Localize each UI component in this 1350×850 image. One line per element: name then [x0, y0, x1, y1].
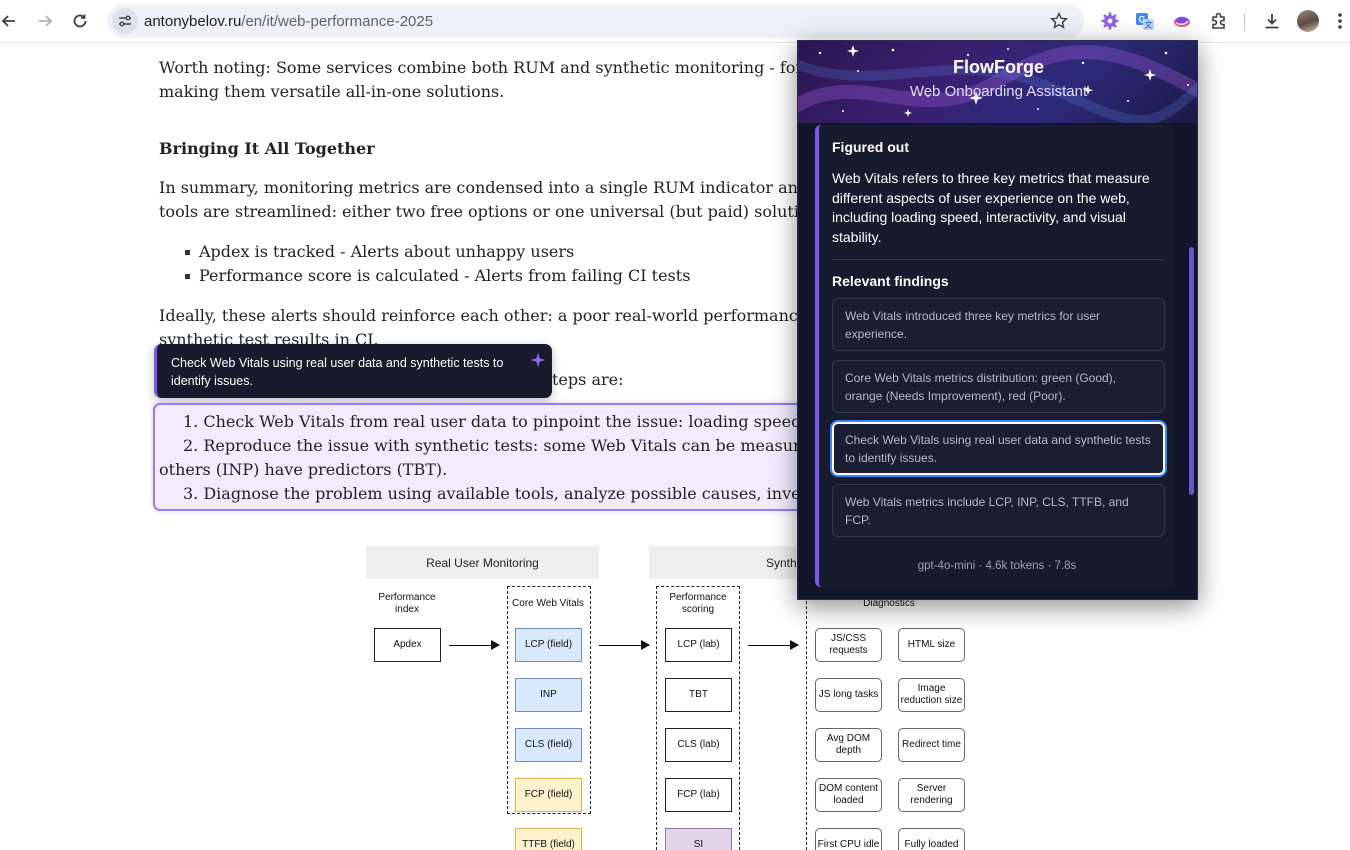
extension-gear-icon[interactable] — [1098, 9, 1122, 33]
finding-item[interactable]: Core Web Vitals metrics distribution: gr… — [832, 360, 1165, 413]
diagnostic-box: First CPU idle — [815, 828, 882, 850]
finding-item-active[interactable]: Check Web Vitals using real user data an… — [832, 422, 1165, 475]
paragraph-line: In summary, monitoring metrics are conde… — [159, 178, 823, 197]
list-item: Performance score is calculated - Alerts… — [185, 264, 690, 288]
address-bar[interactable]: antonybelov.ru/en/it/web-performance-202… — [107, 4, 1084, 38]
forward-button[interactable] — [32, 8, 58, 34]
lcp-field-box: LCP (field) — [515, 628, 582, 662]
arrow — [449, 640, 500, 650]
browser-toolbar: antonybelov.ru/en/it/web-performance-202… — [0, 0, 1350, 43]
url-domain: antonybelov.ru — [144, 13, 242, 30]
ttfb-field-box: TTFB (field) — [515, 828, 582, 850]
diagnostics-group — [806, 586, 807, 850]
highlighted-steps[interactable]: 1. Check Web Vitals from real user data … — [153, 403, 813, 511]
si-box: SI — [665, 828, 732, 850]
diagnostic-box: DOM content loaded — [815, 778, 882, 812]
diagnostic-box: Image reduction size — [898, 678, 965, 712]
arrow — [599, 640, 650, 650]
reload-button[interactable] — [67, 8, 93, 34]
assistant-subtitle: Web Onboarding Assistant — [909, 83, 1088, 100]
summary-text: Web Vitals refers to three key metrics t… — [832, 170, 1150, 245]
step-item: 2. Reproduce the issue with synthetic te… — [183, 436, 813, 455]
arrow — [748, 640, 799, 650]
step-item-continuation: others (INP) have predictors (TBT). — [159, 460, 448, 479]
diagnostic-box: Redirect time — [898, 728, 965, 762]
url-path: /en/it/web-performance-2025 — [241, 13, 434, 30]
paragraph-line: making them versatile all-in-one solutio… — [159, 82, 505, 101]
step-item: 3. Diagnose the problem using available … — [183, 484, 813, 503]
paragraph-line: Ideally, these alerts should reinforce e… — [159, 306, 818, 325]
avatar[interactable] — [1297, 10, 1319, 32]
findings-title: Relevant findings — [832, 273, 949, 289]
step-item: 1. Check Web Vitals from real user data … — [183, 412, 813, 431]
bookmark-star-icon[interactable] — [1049, 11, 1069, 31]
reload-icon — [73, 14, 87, 28]
diagnostic-box: Avg DOM depth — [815, 728, 882, 762]
scrollbar-thumb[interactable] — [1189, 247, 1194, 495]
model-meta: gpt-4o-mini · 4.6k tokens · 7.8s — [917, 560, 1077, 572]
puzzle-icon[interactable] — [1207, 9, 1231, 33]
sparkle-icon — [530, 352, 546, 368]
rum-header: Real User Monitoring — [366, 546, 599, 579]
divider — [832, 259, 1165, 260]
back-button[interactable] — [0, 8, 22, 34]
download-icon[interactable] — [1260, 9, 1284, 33]
paragraph-line: teps are: — [552, 370, 624, 389]
section-heading: Bringing It All Together — [159, 139, 375, 158]
menu-icon[interactable] — [1333, 9, 1347, 33]
finding-item[interactable]: Web Vitals metrics include LCP, INP, CLS… — [832, 484, 1165, 537]
diagnostic-box: JS/CSS requests — [815, 628, 882, 662]
panel-header: FlowForge Web Onboarding Assistant — [798, 41, 1197, 123]
inp-box: INP — [515, 678, 582, 712]
list-item: Apdex is tracked - Alerts about unhappy … — [185, 240, 574, 264]
cls-field-box: CLS (field) — [515, 728, 582, 762]
paragraph-line: Worth noting: Some services combine both… — [159, 58, 818, 77]
toolbar-separator — [1244, 13, 1245, 31]
lcp-lab-box: LCP (lab) — [665, 628, 732, 662]
paragraph-line: tools are streamlined: either two free o… — [159, 202, 819, 221]
assistant-title: FlowForge — [953, 57, 1044, 77]
diagnostic-box: HTML size — [898, 628, 965, 662]
tooltip-text: Check Web Vitals using real user data an… — [171, 356, 504, 388]
back-icon — [1, 15, 15, 27]
forward-icon — [39, 15, 53, 27]
apdex-box: Apdex — [374, 628, 441, 662]
assistant-panel: FlowForge Web Onboarding Assistant Figur… — [797, 40, 1198, 600]
url-text: antonybelov.ru/en/it/web-performance-202… — [144, 13, 433, 30]
diagnostic-box: Fully loaded — [898, 828, 965, 850]
list-item-text: Performance score is calculated - Alerts… — [199, 266, 691, 285]
finding-item[interactable]: Web Vitals introduced three key metrics … — [832, 298, 1165, 351]
tbt-box: TBT — [665, 678, 732, 712]
list-item-text: Apdex is tracked - Alerts about unhappy … — [199, 242, 575, 261]
starfield-decoration — [798, 45, 1197, 123]
translate-icon[interactable]: G文 — [1133, 9, 1157, 33]
figured-out-title: Figured out — [832, 139, 909, 155]
theme-extension-icon[interactable] — [1170, 9, 1194, 33]
diagnostic-box: JS long tasks — [815, 678, 882, 712]
fcp-lab-box: FCP (lab) — [665, 778, 732, 812]
site-settings-icon[interactable] — [112, 8, 138, 34]
scrollbar[interactable] — [1189, 125, 1194, 587]
fcp-field-box: FCP (field) — [515, 778, 582, 812]
result-card: Figured out Web Vitals refers to three k… — [815, 125, 1175, 587]
highlight-tooltip[interactable]: Check Web Vitals using real user data an… — [154, 344, 552, 398]
diagnostic-box: Server rendering — [898, 778, 965, 812]
svg-text:文: 文 — [1145, 20, 1153, 30]
cls-lab-box: CLS (lab) — [665, 728, 732, 762]
performance-index-label: Performance index — [378, 592, 436, 615]
